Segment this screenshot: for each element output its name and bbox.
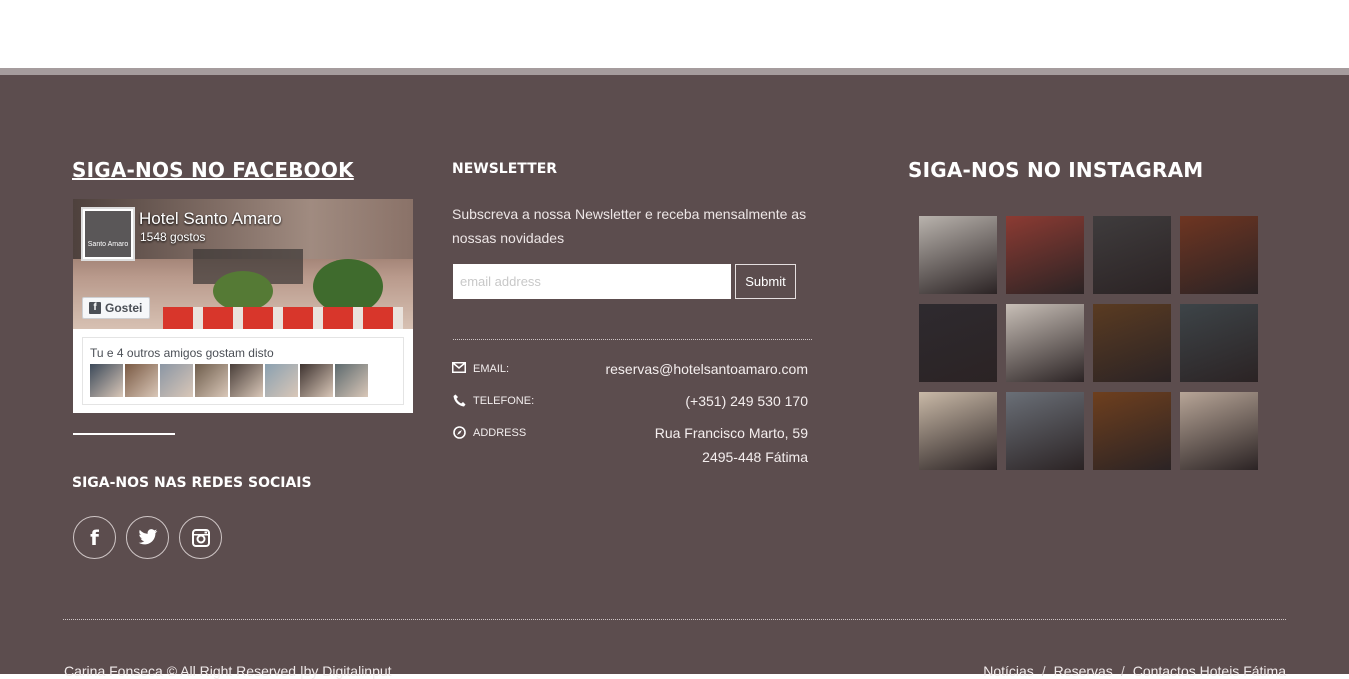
instagram-photo[interactable] bbox=[919, 304, 997, 382]
phone-icon bbox=[452, 394, 466, 408]
email-value[interactable]: reservas@hotelsantoamaro.com bbox=[605, 357, 808, 381]
friend-avatar[interactable] bbox=[335, 364, 368, 397]
phone-value[interactable]: (+351) 249 530 170 bbox=[685, 389, 808, 413]
twitter-icon[interactable] bbox=[126, 516, 169, 559]
contact-email-row: EMAIL: reservas@hotelsantoamaro.com bbox=[452, 359, 808, 383]
facebook-friends-box: Tu e 4 outros amigos gostam disto bbox=[82, 337, 404, 405]
instagram-photo-grid bbox=[919, 216, 1258, 470]
facebook-icon[interactable]: f bbox=[73, 516, 116, 559]
section-divider bbox=[73, 433, 175, 435]
instagram-photo[interactable] bbox=[1180, 304, 1258, 382]
facebook-heading[interactable]: SIGA-NOS NO FACEBOOK bbox=[72, 158, 354, 182]
phone-label-text: TELEFONE: bbox=[473, 395, 535, 407]
friend-avatar[interactable] bbox=[160, 364, 193, 397]
friend-avatar[interactable] bbox=[230, 364, 263, 397]
email-label-text: EMAIL: bbox=[473, 363, 510, 375]
facebook-cover-photo[interactable]: Santo Amaro Hotel Santo Amaro 1548 gosto… bbox=[73, 199, 413, 329]
instagram-photo[interactable] bbox=[1093, 216, 1171, 294]
instagram-icon[interactable] bbox=[179, 516, 222, 559]
hotel-logo-text: Santo Amaro bbox=[85, 211, 131, 257]
instagram-photo[interactable] bbox=[1180, 216, 1258, 294]
contact-phone-row: TELEFONE: (+351) 249 530 170 bbox=[452, 391, 808, 415]
newsletter-submit-button[interactable]: Submit bbox=[735, 264, 796, 299]
facebook-like-button[interactable]: f Gostei bbox=[82, 297, 150, 319]
instagram-photo[interactable] bbox=[919, 392, 997, 470]
newsletter-heading: NEWSLETTER bbox=[452, 161, 558, 177]
contact-address-row: ADDRESS Rua Francisco Marto, 59 2495-448… bbox=[452, 423, 808, 471]
friends-like-text: Tu e 4 outros amigos gostam disto bbox=[90, 346, 274, 360]
facebook-page-name[interactable]: Hotel Santo Amaro bbox=[139, 209, 282, 229]
newsletter-divider bbox=[453, 339, 812, 340]
instagram-photo[interactable] bbox=[1180, 392, 1258, 470]
facebook-likes-count: 1548 gostos bbox=[140, 230, 206, 244]
copyright-text: Carina Fonseca © All Right Reserved |by … bbox=[64, 663, 392, 679]
link-separator: / bbox=[1041, 663, 1046, 679]
email-label: EMAIL: bbox=[452, 362, 509, 376]
social-heading: SIGA-NOS NAS REDES SOCIAIS bbox=[72, 475, 312, 491]
friend-avatar[interactable] bbox=[90, 364, 123, 397]
friend-avatar[interactable] bbox=[265, 364, 298, 397]
phone-label: TELEFONE: bbox=[452, 394, 534, 408]
instagram-photo[interactable] bbox=[1006, 216, 1084, 294]
page-top-area bbox=[0, 0, 1349, 68]
address-line-1: Rua Francisco Marto, 59 bbox=[654, 425, 808, 441]
site-footer: SIGA-NOS NO FACEBOOK Santo Amaro Hotel S… bbox=[0, 68, 1349, 679]
address-label: ADDRESS bbox=[452, 426, 526, 440]
footer-link-reservas[interactable]: Reservas bbox=[1054, 663, 1113, 679]
hotel-logo[interactable]: Santo Amaro bbox=[81, 207, 135, 261]
compass-icon bbox=[452, 426, 466, 440]
like-button-label: Gostei bbox=[105, 301, 143, 315]
newsletter-email-input[interactable] bbox=[453, 264, 731, 299]
link-separator: / bbox=[1120, 663, 1125, 679]
facebook-f-icon: f bbox=[89, 302, 101, 314]
instagram-photo[interactable] bbox=[1006, 392, 1084, 470]
instagram-photo[interactable] bbox=[1006, 304, 1084, 382]
instagram-photo[interactable] bbox=[1093, 392, 1171, 470]
facebook-page-widget: Santo Amaro Hotel Santo Amaro 1548 gosto… bbox=[73, 199, 413, 413]
footer-link-noticias[interactable]: Notícias bbox=[983, 663, 1034, 679]
newsletter-description: Subscreva a nossa Newsletter e receba me… bbox=[452, 206, 807, 246]
friend-avatar[interactable] bbox=[300, 364, 333, 397]
instagram-photo[interactable] bbox=[919, 216, 997, 294]
instagram-photo[interactable] bbox=[1093, 304, 1171, 382]
instagram-heading: SIGA-NOS NO INSTAGRAM bbox=[908, 158, 1204, 182]
friend-avatar[interactable] bbox=[125, 364, 158, 397]
footer-link-contactos[interactable]: Contactos Hoteis Fátima bbox=[1133, 663, 1286, 679]
address-line-2: 2495-448 Fátima bbox=[702, 449, 808, 465]
friend-faces bbox=[90, 364, 368, 397]
bottom-divider bbox=[63, 619, 1286, 620]
address-label-text: ADDRESS bbox=[473, 427, 527, 439]
footer-links: Notícias / Reservas / Contactos Hoteis F… bbox=[983, 663, 1286, 679]
address-value: Rua Francisco Marto, 59 2495-448 Fátima bbox=[655, 421, 808, 469]
friend-avatar[interactable] bbox=[195, 364, 228, 397]
social-icons: f bbox=[73, 516, 222, 559]
envelope-icon bbox=[452, 362, 466, 376]
